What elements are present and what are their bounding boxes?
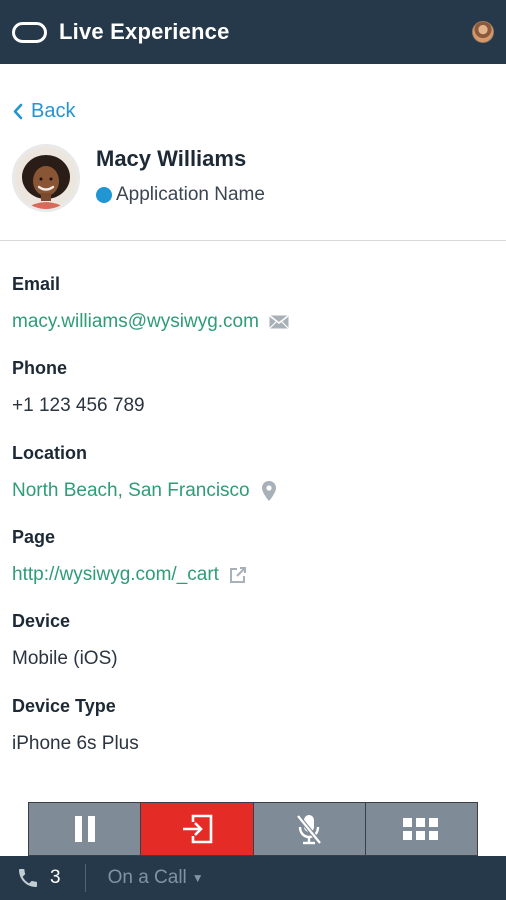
location-link[interactable]: North Beach, San Francisco bbox=[12, 480, 250, 502]
keypad-icon bbox=[403, 818, 439, 840]
phone-section: Phone +1 123 456 789 bbox=[12, 358, 145, 417]
pause-icon bbox=[74, 816, 95, 842]
status-divider bbox=[84, 864, 86, 892]
active-call-count: 3 bbox=[50, 867, 61, 888]
chevron-left-icon bbox=[13, 103, 23, 120]
status-dot-icon bbox=[96, 187, 112, 203]
pause-button[interactable] bbox=[29, 803, 142, 855]
page-section: Page http://wysiwyg.com/_cart bbox=[12, 527, 247, 586]
page-link[interactable]: http://wysiwyg.com/_cart bbox=[12, 564, 219, 586]
location-section: Location North Beach, San Francisco bbox=[12, 443, 276, 502]
chevron-down-icon[interactable]: ▼ bbox=[192, 871, 204, 885]
email-label: Email bbox=[12, 274, 61, 294]
location-label: Location bbox=[12, 443, 87, 463]
end-call-icon bbox=[182, 814, 213, 844]
device-value: Mobile (iOS) bbox=[12, 648, 118, 669]
app-title: Live Experience bbox=[59, 19, 230, 44]
device-type-label: Device Type bbox=[12, 696, 116, 716]
oracle-ring-icon bbox=[12, 21, 47, 43]
device-type-value: iPhone 6s Plus bbox=[12, 733, 139, 754]
device-type-section: Device Type iPhone 6s Plus bbox=[12, 696, 139, 755]
mail-icon[interactable] bbox=[269, 315, 289, 329]
divider bbox=[0, 240, 506, 241]
contact-profile: Macy Williams Application Name bbox=[12, 144, 265, 212]
keypad-button[interactable] bbox=[365, 803, 477, 855]
call-state-dropdown[interactable]: On a Call bbox=[108, 867, 187, 889]
phone-icon bbox=[19, 869, 37, 887]
back-label: Back bbox=[31, 100, 76, 122]
contact-name: Macy Williams bbox=[96, 146, 247, 171]
call-controls bbox=[28, 802, 478, 856]
contact-avatar bbox=[12, 144, 80, 212]
device-section: Device Mobile (iOS) bbox=[12, 611, 118, 670]
call-status-bar: 3 On a Call ▼ bbox=[0, 856, 506, 900]
email-link[interactable]: macy.williams@wysiwyg.com bbox=[12, 311, 259, 333]
user-avatar[interactable] bbox=[472, 21, 494, 43]
application-name: Application Name bbox=[116, 184, 265, 205]
end-call-button[interactable] bbox=[141, 803, 254, 855]
app-header: Live Experience bbox=[0, 0, 506, 64]
phone-label: Phone bbox=[12, 358, 68, 378]
phone-value: +1 123 456 789 bbox=[12, 395, 145, 416]
mute-button[interactable] bbox=[253, 803, 366, 855]
email-section: Email macy.williams@wysiwyg.com bbox=[12, 274, 289, 333]
map-pin-icon[interactable] bbox=[261, 481, 276, 501]
external-link-icon[interactable] bbox=[229, 566, 247, 584]
page-label: Page bbox=[12, 527, 56, 547]
back-button[interactable]: Back bbox=[12, 100, 75, 123]
mute-mic-icon bbox=[296, 814, 322, 845]
device-label: Device bbox=[12, 611, 71, 631]
